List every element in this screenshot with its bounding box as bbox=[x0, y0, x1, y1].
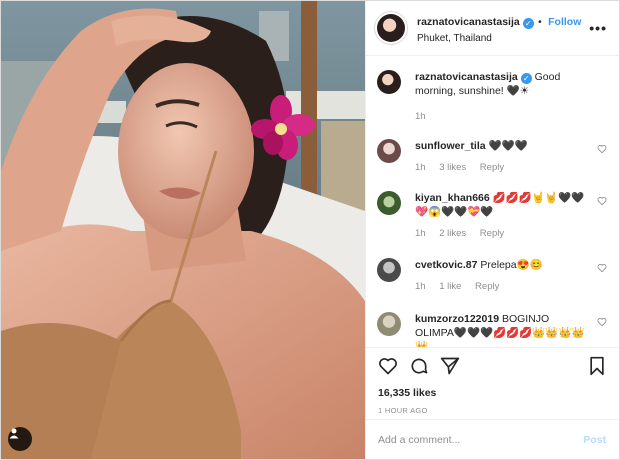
photo-illustration bbox=[1, 1, 365, 459]
comment-item: kumzorzo122019 BOGINJO OLIMPA🖤🖤🖤💋💋💋👑👑👑👑👑 bbox=[377, 312, 607, 347]
likes-count[interactable]: 16,335 likes bbox=[378, 387, 606, 399]
comment-meta: 1h 1 like Reply bbox=[415, 280, 587, 294]
comment-input[interactable] bbox=[378, 433, 584, 446]
commenter-avatar[interactable] bbox=[377, 258, 401, 282]
user-tag-icon[interactable] bbox=[8, 427, 32, 451]
comment-username[interactable]: cvetkovic.87 bbox=[415, 259, 477, 271]
location-link[interactable]: Phuket, Thailand bbox=[417, 33, 589, 44]
comment-like-heart-icon[interactable] bbox=[597, 196, 607, 206]
more-options-icon[interactable]: ••• bbox=[589, 20, 607, 36]
comment-like-heart-icon[interactable] bbox=[597, 317, 607, 327]
comment-likes[interactable]: 2 likes bbox=[439, 228, 466, 239]
comment-username[interactable]: sunflower_tila bbox=[415, 140, 486, 152]
comment-meta: 1h 2 likes Reply bbox=[415, 227, 587, 241]
comments-list[interactable]: raznatovicanastasija ✓ Good morning, suns… bbox=[366, 57, 618, 347]
comment-item: sunflower_tila 🖤🖤🖤 1h 3 likes Reply bbox=[377, 139, 607, 175]
caption-item: raznatovicanastasija ✓ Good morning, suns… bbox=[377, 70, 607, 124]
user-tag-glyph bbox=[9, 428, 19, 439]
verified-badge-icon: ✓ bbox=[520, 73, 532, 84]
comment-time[interactable]: 1h bbox=[415, 228, 426, 239]
caption-text-block: raznatovicanastasija ✓ Good morning, suns… bbox=[415, 70, 587, 124]
caption-avatar[interactable] bbox=[377, 70, 401, 94]
commenter-avatar[interactable] bbox=[377, 139, 401, 163]
author-avatar[interactable] bbox=[377, 14, 405, 42]
reply-button[interactable]: Reply bbox=[480, 162, 504, 173]
commenter-avatar[interactable] bbox=[377, 191, 401, 215]
post-timestamp[interactable]: 1 HOUR AGO bbox=[378, 406, 606, 415]
header-dot: • bbox=[538, 17, 542, 28]
comment-text: Prelepa😍😊 bbox=[480, 259, 543, 271]
comment-time[interactable]: 1h bbox=[415, 281, 426, 292]
comment-text-block: kumzorzo122019 BOGINJO OLIMPA🖤🖤🖤💋💋💋👑👑👑👑👑 bbox=[415, 312, 587, 347]
comment-item: kiyan_khan666 💋💋💋🤘🤘🖤🖤💖😱🖤🖤💝🖤 1h 2 likes R… bbox=[377, 191, 607, 241]
caption-time[interactable]: 1h bbox=[415, 111, 426, 122]
comment-username[interactable]: kiyan_khan666 bbox=[415, 192, 490, 204]
commenter-avatar[interactable] bbox=[377, 312, 401, 336]
paper-plane-icon[interactable] bbox=[440, 356, 460, 376]
comment-like-heart-icon[interactable] bbox=[597, 263, 607, 273]
heart-icon[interactable] bbox=[378, 356, 398, 376]
comment-text: 🖤🖤🖤 bbox=[488, 140, 528, 152]
action-icons-row bbox=[378, 354, 606, 378]
caption-meta: 1h bbox=[415, 110, 587, 124]
comment-like-heart-icon[interactable] bbox=[597, 144, 607, 154]
post-side-panel: raznatovicanastasija ✓ • Follow Phuket, T… bbox=[365, 1, 619, 459]
header-text: raznatovicanastasija ✓ • Follow Phuket, T… bbox=[417, 12, 589, 44]
comment-composer: Post bbox=[366, 419, 618, 459]
caption-username[interactable]: raznatovicanastasija bbox=[415, 71, 518, 83]
comment-time[interactable]: 1h bbox=[415, 162, 426, 173]
post-modal: raznatovicanastasija ✓ • Follow Phuket, T… bbox=[0, 0, 620, 460]
comment-item: cvetkovic.87 Prelepa😍😊 1h 1 like Reply bbox=[377, 258, 607, 294]
reply-button[interactable]: Reply bbox=[480, 228, 504, 239]
comment-icon[interactable] bbox=[409, 356, 429, 376]
post-comment-button[interactable]: Post bbox=[583, 434, 606, 446]
post-photo[interactable] bbox=[1, 1, 365, 459]
author-username[interactable]: raznatovicanastasija bbox=[417, 16, 520, 28]
bookmark-icon[interactable] bbox=[588, 356, 606, 376]
comment-username[interactable]: kumzorzo122019 bbox=[415, 313, 499, 325]
post-header: raznatovicanastasija ✓ • Follow Phuket, T… bbox=[366, 1, 619, 56]
verified-badge-icon: ✓ bbox=[522, 18, 534, 29]
reply-button[interactable]: Reply bbox=[475, 281, 499, 292]
comment-likes[interactable]: 1 like bbox=[439, 281, 461, 292]
comment-text-block: kiyan_khan666 💋💋💋🤘🤘🖤🖤💖😱🖤🖤💝🖤 1h 2 likes R… bbox=[415, 191, 587, 241]
comment-likes[interactable]: 3 likes bbox=[439, 162, 466, 173]
comment-text-block: cvetkovic.87 Prelepa😍😊 1h 1 like Reply bbox=[415, 258, 587, 294]
comment-text-block: sunflower_tila 🖤🖤🖤 1h 3 likes Reply bbox=[415, 139, 587, 175]
comment-meta: 1h 3 likes Reply bbox=[415, 161, 587, 175]
post-actions: 16,335 likes 1 HOUR AGO bbox=[366, 347, 618, 415]
follow-button[interactable]: Follow bbox=[548, 16, 581, 28]
